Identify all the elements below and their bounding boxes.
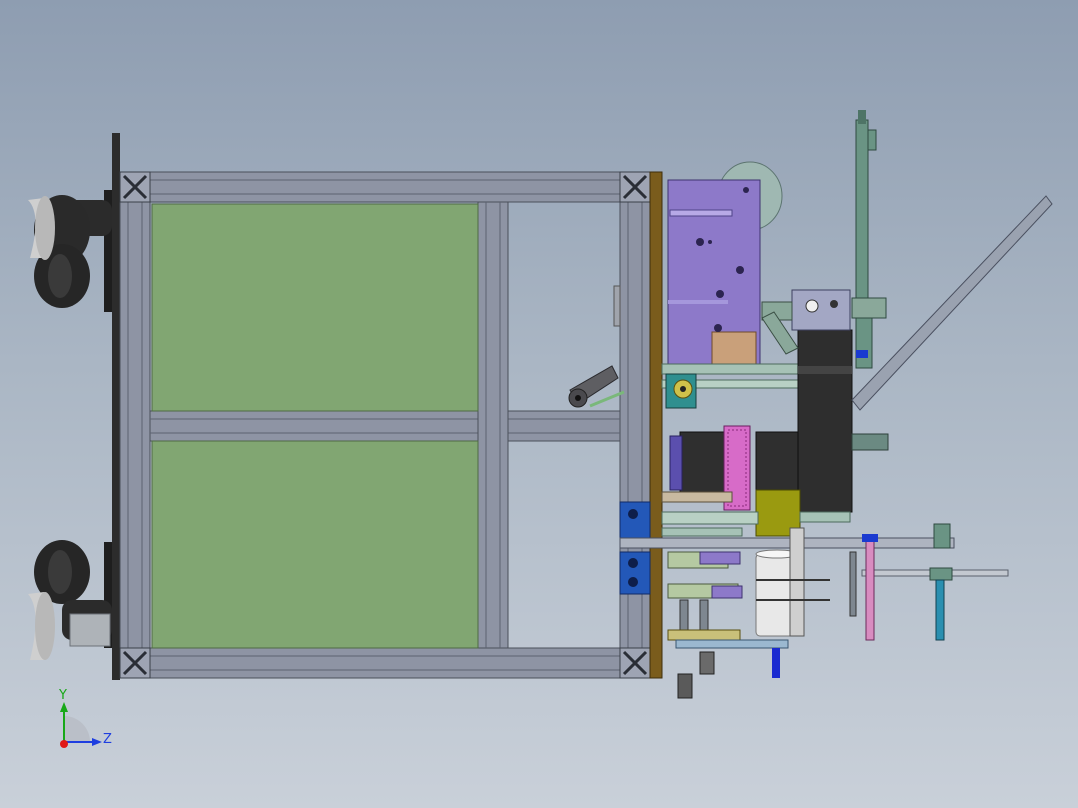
axis-y-label: Y (59, 688, 67, 703)
pink-rod[interactable] (865, 537, 875, 641)
caster-wheel-top[interactable] (28, 190, 118, 312)
purple-housing[interactable] (667, 179, 761, 365)
cad-viewport[interactable]: Y Z (0, 0, 1078, 808)
panel-upper[interactable] (151, 203, 479, 412)
sensor-knob[interactable] (665, 373, 697, 409)
stepper-motor-right[interactable] (755, 431, 801, 537)
panel-lower[interactable] (151, 440, 479, 649)
threaded-rod[interactable] (851, 110, 887, 369)
guide-rail[interactable] (619, 537, 955, 549)
mounting-plate[interactable] (649, 171, 663, 679)
axis-z-label: Z (103, 732, 112, 747)
swing-arm[interactable] (568, 365, 625, 408)
caster-wheel-bottom[interactable] (28, 540, 118, 660)
linear-actuator-body[interactable] (797, 329, 853, 513)
coordinate-triad (60, 702, 102, 748)
assembly-drawing (28, 110, 1053, 748)
